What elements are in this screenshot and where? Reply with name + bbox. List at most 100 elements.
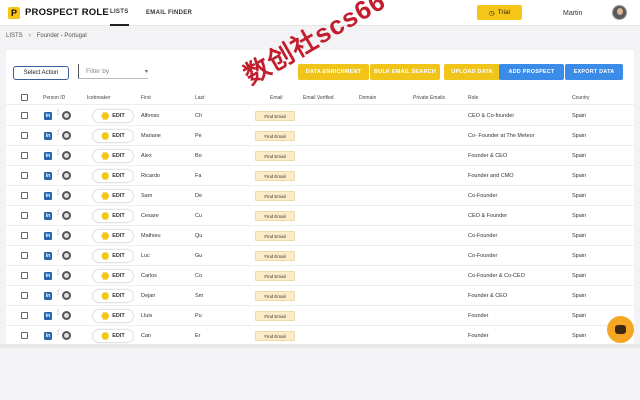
more-vertical-icon[interactable]: ⋮ bbox=[55, 330, 61, 336]
edit-icebreaker-button[interactable]: EDIT bbox=[93, 210, 133, 222]
col-email-verified[interactable]: Email Verified bbox=[303, 95, 334, 101]
row-checkbox[interactable] bbox=[21, 332, 28, 339]
more-vertical-icon[interactable]: ⋮ bbox=[55, 290, 61, 296]
linkedin-icon[interactable]: in bbox=[44, 192, 52, 200]
row-checkbox[interactable] bbox=[21, 232, 28, 239]
linkedin-icon[interactable]: in bbox=[44, 272, 52, 280]
table-row[interactable]: in ⋮ EDIT Mariane Pe Find Email Co- Founder at… bbox=[6, 126, 634, 146]
table-row[interactable]: in ⋮ EDIT Cesare Cu Find Email CEO & Founder Sp… bbox=[6, 206, 634, 226]
avatar[interactable] bbox=[612, 5, 627, 20]
table-row[interactable]: in ⋮ EDIT Lluis Pu Find Email Founder Spain bbox=[6, 306, 634, 326]
table-row[interactable]: in ⋮ EDIT Carlos Co Find Email Co-Founder & Co… bbox=[6, 266, 634, 286]
edit-icebreaker-button[interactable]: EDIT bbox=[93, 290, 133, 302]
linkedin-icon[interactable]: in bbox=[44, 172, 52, 180]
tab-lists[interactable]: LISTS bbox=[110, 0, 129, 26]
edit-icebreaker-button[interactable]: EDIT bbox=[93, 130, 133, 142]
find-email-button[interactable]: Find Email bbox=[255, 311, 295, 321]
linkedin-icon[interactable]: in bbox=[44, 112, 52, 120]
find-email-button[interactable]: Find Email bbox=[255, 111, 295, 121]
linkedin-icon[interactable]: in bbox=[44, 132, 52, 140]
col-email[interactable]: Email bbox=[270, 95, 283, 101]
more-vertical-icon[interactable]: ⋮ bbox=[55, 270, 61, 276]
edit-icebreaker-button[interactable]: EDIT bbox=[93, 250, 133, 262]
table-row[interactable]: in ⋮ EDIT Alfonso Ch Find Email CEO & Co-found… bbox=[6, 106, 634, 126]
filter-dropdown[interactable]: Filter by ▾ bbox=[78, 64, 148, 79]
find-email-button[interactable]: Find Email bbox=[255, 291, 295, 301]
add-prospect-button[interactable]: ADD PROSPECT bbox=[499, 64, 564, 80]
trial-button[interactable]: ◷ Trial bbox=[477, 5, 522, 20]
find-email-button[interactable]: Find Email bbox=[255, 231, 295, 241]
find-email-button[interactable]: Find Email bbox=[255, 271, 295, 281]
horizontal-scrollbar[interactable] bbox=[0, 344, 640, 348]
user-name[interactable]: Martin bbox=[563, 0, 582, 26]
col-domain[interactable]: Domain bbox=[359, 95, 376, 101]
row-checkbox[interactable] bbox=[21, 292, 28, 299]
row-checkbox[interactable] bbox=[21, 212, 28, 219]
table-row[interactable]: in ⋮ EDIT Dejan Sm Find Email Founder & CEO Spa… bbox=[6, 286, 634, 306]
linkedin-icon[interactable]: in bbox=[44, 232, 52, 240]
col-last[interactable]: Last bbox=[195, 95, 204, 101]
row-checkbox[interactable] bbox=[21, 312, 28, 319]
edit-icebreaker-button[interactable]: EDIT bbox=[93, 170, 133, 182]
col-icebreaker[interactable]: Icebreaker bbox=[87, 95, 111, 101]
more-vertical-icon[interactable]: ⋮ bbox=[55, 110, 61, 116]
table-row[interactable]: in ⋮ EDIT Can Er Find Email Founder Spain bbox=[6, 326, 634, 346]
row-checkbox[interactable] bbox=[21, 132, 28, 139]
linkedin-icon[interactable]: in bbox=[44, 312, 52, 320]
find-email-button[interactable]: Find Email bbox=[255, 151, 295, 161]
find-email-button[interactable]: Find Email bbox=[255, 251, 295, 261]
linkedin-icon[interactable]: in bbox=[44, 332, 52, 340]
row-checkbox[interactable] bbox=[21, 152, 28, 159]
row-checkbox[interactable] bbox=[21, 252, 28, 259]
linkedin-icon[interactable]: in bbox=[44, 212, 52, 220]
tab-email-finder[interactable]: EMAIL FINDER bbox=[146, 0, 192, 26]
more-vertical-icon[interactable]: ⋮ bbox=[55, 250, 61, 256]
row-checkbox[interactable] bbox=[21, 112, 28, 119]
col-role[interactable]: Role bbox=[468, 95, 478, 101]
chat-button[interactable] bbox=[607, 316, 634, 343]
find-email-button[interactable]: Find Email bbox=[255, 171, 295, 181]
row-checkbox[interactable] bbox=[21, 172, 28, 179]
find-email-button[interactable]: Find Email bbox=[255, 331, 295, 341]
bulk-email-search-button[interactable]: BULK EMAIL SEARCH bbox=[370, 64, 440, 80]
more-vertical-icon[interactable]: ⋮ bbox=[55, 230, 61, 236]
row-checkbox[interactable] bbox=[21, 192, 28, 199]
table-row[interactable]: in ⋮ EDIT Sam De Find Email Co-Founder Spain bbox=[6, 186, 634, 206]
table-row[interactable]: in ⋮ EDIT Alex Bo Find Email Founder & CEO Spai… bbox=[6, 146, 634, 166]
row-checkbox[interactable] bbox=[21, 272, 28, 279]
edit-icebreaker-button[interactable]: EDIT bbox=[93, 150, 133, 162]
hexagon-icon bbox=[101, 152, 110, 160]
linkedin-icon[interactable]: in bbox=[44, 152, 52, 160]
edit-icebreaker-button[interactable]: EDIT bbox=[93, 330, 133, 342]
more-vertical-icon[interactable]: ⋮ bbox=[55, 170, 61, 176]
upload-data-button[interactable]: UPLOAD DATA bbox=[444, 64, 500, 80]
table-row[interactable]: in ⋮ EDIT Luc Gu Find Email Co-Founder Spain bbox=[6, 246, 634, 266]
data-enrichment-button[interactable]: DATA ENRICHMENT bbox=[298, 64, 369, 80]
linkedin-icon[interactable]: in bbox=[44, 252, 52, 260]
edit-icebreaker-button[interactable]: EDIT bbox=[93, 270, 133, 282]
more-vertical-icon[interactable]: ⋮ bbox=[55, 210, 61, 216]
find-email-button[interactable]: Find Email bbox=[255, 211, 295, 221]
more-vertical-icon[interactable]: ⋮ bbox=[55, 150, 61, 156]
edit-icebreaker-button[interactable]: EDIT bbox=[93, 190, 133, 202]
find-email-button[interactable]: Find Email bbox=[255, 191, 295, 201]
table-row[interactable]: in ⋮ EDIT Mathieu Qu Find Email Co-Founder Spai… bbox=[6, 226, 634, 246]
more-vertical-icon[interactable]: ⋮ bbox=[55, 310, 61, 316]
edit-icebreaker-button[interactable]: EDIT bbox=[93, 310, 133, 322]
table-row[interactable]: in ⋮ EDIT Ricardo Fa Find Email Founder and CM… bbox=[6, 166, 634, 186]
col-country[interactable]: Country bbox=[572, 95, 590, 101]
breadcrumb-lists[interactable]: LISTS bbox=[6, 33, 23, 39]
col-private-emails[interactable]: Private Emails bbox=[413, 95, 445, 101]
col-person-id[interactable]: Person ID bbox=[43, 95, 65, 101]
col-first[interactable]: First bbox=[141, 95, 151, 101]
edit-icebreaker-button[interactable]: EDIT bbox=[93, 110, 133, 122]
select-action-button[interactable]: Select Action bbox=[13, 66, 69, 80]
linkedin-icon[interactable]: in bbox=[44, 292, 52, 300]
more-vertical-icon[interactable]: ⋮ bbox=[55, 130, 61, 136]
select-all-checkbox[interactable] bbox=[21, 94, 28, 101]
more-vertical-icon[interactable]: ⋮ bbox=[55, 190, 61, 196]
export-data-button[interactable]: EXPORT DATA bbox=[565, 64, 623, 80]
edit-icebreaker-button[interactable]: EDIT bbox=[93, 230, 133, 242]
first-name: Alfonso bbox=[141, 113, 160, 119]
find-email-button[interactable]: Find Email bbox=[255, 131, 295, 141]
